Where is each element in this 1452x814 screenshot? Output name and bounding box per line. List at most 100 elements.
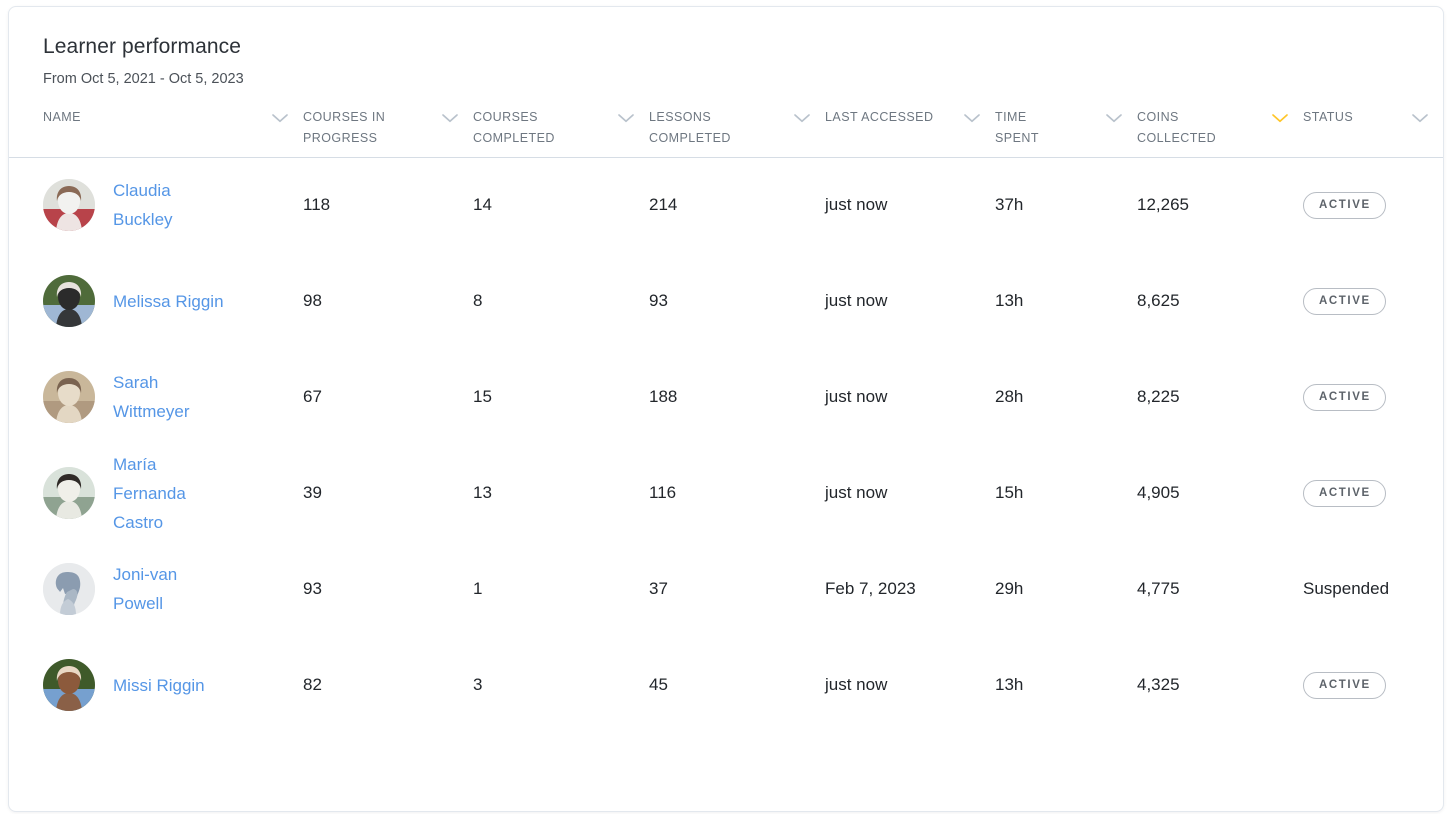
- column-header-time_spent[interactable]: TIME SPENT: [995, 89, 1137, 158]
- cell-lessons-completed: 214: [649, 157, 825, 253]
- chevron-down-icon[interactable]: [1105, 112, 1123, 124]
- column-header-label: TIME SPENT: [995, 110, 1039, 145]
- cell-name: Melissa Riggin: [9, 253, 303, 349]
- cell-lessons-completed: 188: [649, 349, 825, 445]
- cell-courses-completed: 13: [473, 445, 649, 541]
- learner-name-link[interactable]: Sarah Wittmeyer: [113, 368, 231, 426]
- cell-coins-collected: 4,905: [1137, 445, 1303, 541]
- column-header-label: COURSES IN PROGRESS: [303, 110, 386, 145]
- courses-completed-value: 8: [473, 291, 483, 310]
- cell-courses-completed: 14: [473, 157, 649, 253]
- courses-in-progress-value: 67: [303, 387, 322, 406]
- chevron-down-icon[interactable]: [1411, 112, 1429, 124]
- column-header-label: STATUS: [1303, 110, 1354, 124]
- chevron-down-icon[interactable]: [617, 112, 635, 124]
- column-header-courses_progress[interactable]: COURSES IN PROGRESS: [303, 89, 473, 158]
- cell-time-spent: 13h: [995, 253, 1137, 349]
- cell-last-accessed: just now: [825, 253, 995, 349]
- cell-coins-collected: 8,225: [1137, 349, 1303, 445]
- time-spent-value: 13h: [995, 291, 1024, 310]
- last-accessed-value: just now: [825, 387, 888, 406]
- coins-collected-value: 4,325: [1137, 675, 1180, 694]
- column-header-courses_completed[interactable]: COURSES COMPLETED: [473, 89, 649, 158]
- cell-courses-completed: 8: [473, 253, 649, 349]
- avatar: [43, 275, 95, 327]
- cell-courses-in-progress: 82: [303, 637, 473, 733]
- avatar: [43, 659, 95, 711]
- coins-collected-value: 4,905: [1137, 483, 1180, 502]
- cell-last-accessed: just now: [825, 349, 995, 445]
- cell-courses-in-progress: 118: [303, 157, 473, 253]
- learner-name-link[interactable]: Joni-van Powell: [113, 560, 231, 618]
- column-header-last_accessed[interactable]: LAST ACCESSED: [825, 89, 995, 158]
- cell-courses-completed: 1: [473, 541, 649, 637]
- cell-last-accessed: just now: [825, 157, 995, 253]
- coins-collected-value: 8,225: [1137, 387, 1180, 406]
- cell-lessons-completed: 45: [649, 637, 825, 733]
- status-badge: ACTIVE: [1303, 671, 1386, 699]
- status-badge: ACTIVE: [1303, 191, 1386, 219]
- learner-name-link[interactable]: Melissa Riggin: [113, 287, 224, 316]
- column-header-name[interactable]: NAME: [9, 89, 303, 158]
- courses-completed-value: 14: [473, 195, 492, 215]
- cell-time-spent: 15h: [995, 445, 1137, 541]
- date-range-subtitle: From Oct 5, 2021 - Oct 5, 2023: [43, 71, 244, 87]
- cell-lessons-completed: 93: [649, 253, 825, 349]
- courses-in-progress-value: 93: [303, 579, 322, 598]
- cell-last-accessed: Feb 7, 2023: [825, 541, 995, 637]
- cell-status: ACTIVE: [1303, 637, 1443, 733]
- chevron-down-icon[interactable]: [1271, 112, 1289, 124]
- avatar: [43, 467, 95, 519]
- cell-coins-collected: 4,325: [1137, 637, 1303, 733]
- learner-name-link[interactable]: Claudia Buckley: [113, 176, 231, 234]
- cell-status: ACTIVE: [1303, 253, 1443, 349]
- cell-time-spent: 37h: [995, 157, 1137, 253]
- cell-status: ACTIVE: [1303, 445, 1443, 541]
- last-accessed-value: just now: [825, 483, 888, 502]
- courses-completed-value: 1: [473, 579, 483, 598]
- chevron-down-icon[interactable]: [963, 112, 981, 124]
- time-spent-value: 13h: [995, 675, 1024, 694]
- column-header-coins_collected[interactable]: COINS COLLECTED: [1137, 89, 1303, 158]
- table-row[interactable]: Missi Riggin 82 3 45 just now 13h 4,325 ACTIVE: [9, 637, 1443, 733]
- chevron-down-icon[interactable]: [793, 112, 811, 124]
- lessons-completed-value: 188: [649, 387, 678, 406]
- table-row[interactable]: Claudia Buckley 118 14 214 just now 37h 12,265…: [9, 157, 1443, 253]
- table-row[interactable]: Melissa Riggin 98 8 93 just now 13h 8,625 ACTIV…: [9, 253, 1443, 349]
- last-accessed-value: just now: [825, 195, 888, 215]
- last-accessed-value: Feb 7, 2023: [825, 579, 916, 598]
- table-row[interactable]: María Fernanda Castro 39 13 116 just now 15h 4…: [9, 445, 1443, 541]
- cell-time-spent: 13h: [995, 637, 1137, 733]
- cell-last-accessed: just now: [825, 637, 995, 733]
- cell-time-spent: 29h: [995, 541, 1137, 637]
- time-spent-value: 15h: [995, 483, 1024, 502]
- learner-name-link[interactable]: María Fernanda Castro: [113, 450, 231, 537]
- time-spent-value: 28h: [995, 387, 1024, 406]
- column-header-label: NAME: [43, 110, 81, 124]
- learner-performance-table: NAME COURSES IN PROGRESS COURSES COMPLETED…: [9, 89, 1443, 733]
- time-spent-value: 37h: [995, 195, 1024, 215]
- table-row[interactable]: Sarah Wittmeyer 67 15 188 just now 28h 8,225 AC…: [9, 349, 1443, 445]
- cell-courses-completed: 15: [473, 349, 649, 445]
- cell-status: Suspended: [1303, 541, 1443, 637]
- learner-name-link[interactable]: Missi Riggin: [113, 671, 205, 700]
- chevron-down-icon[interactable]: [271, 112, 289, 124]
- coins-collected-value: 8,625: [1137, 291, 1180, 310]
- coins-collected-value: 12,265: [1137, 195, 1189, 215]
- courses-completed-value: 15: [473, 387, 492, 406]
- table-row[interactable]: Joni-van Powell 93 1 37 Feb 7, 2023 29h 4,775 S…: [9, 541, 1443, 637]
- courses-in-progress-value: 39: [303, 483, 322, 502]
- column-header-lessons_completed[interactable]: LESSONS COMPLETED: [649, 89, 825, 158]
- lessons-completed-value: 214: [649, 195, 678, 215]
- page-title: Learner performance: [43, 35, 242, 58]
- cell-courses-in-progress: 98: [303, 253, 473, 349]
- coins-collected-value: 4,775: [1137, 579, 1180, 598]
- chevron-down-icon[interactable]: [441, 112, 459, 124]
- learner-performance-card: Learner performance From Oct 5, 2021 - O…: [8, 6, 1444, 812]
- cell-courses-in-progress: 67: [303, 349, 473, 445]
- avatar: [43, 179, 95, 232]
- cell-name: Claudia Buckley: [9, 157, 303, 253]
- courses-completed-value: 3: [473, 675, 483, 694]
- column-header-status[interactable]: STATUS: [1303, 89, 1443, 158]
- last-accessed-value: just now: [825, 291, 888, 310]
